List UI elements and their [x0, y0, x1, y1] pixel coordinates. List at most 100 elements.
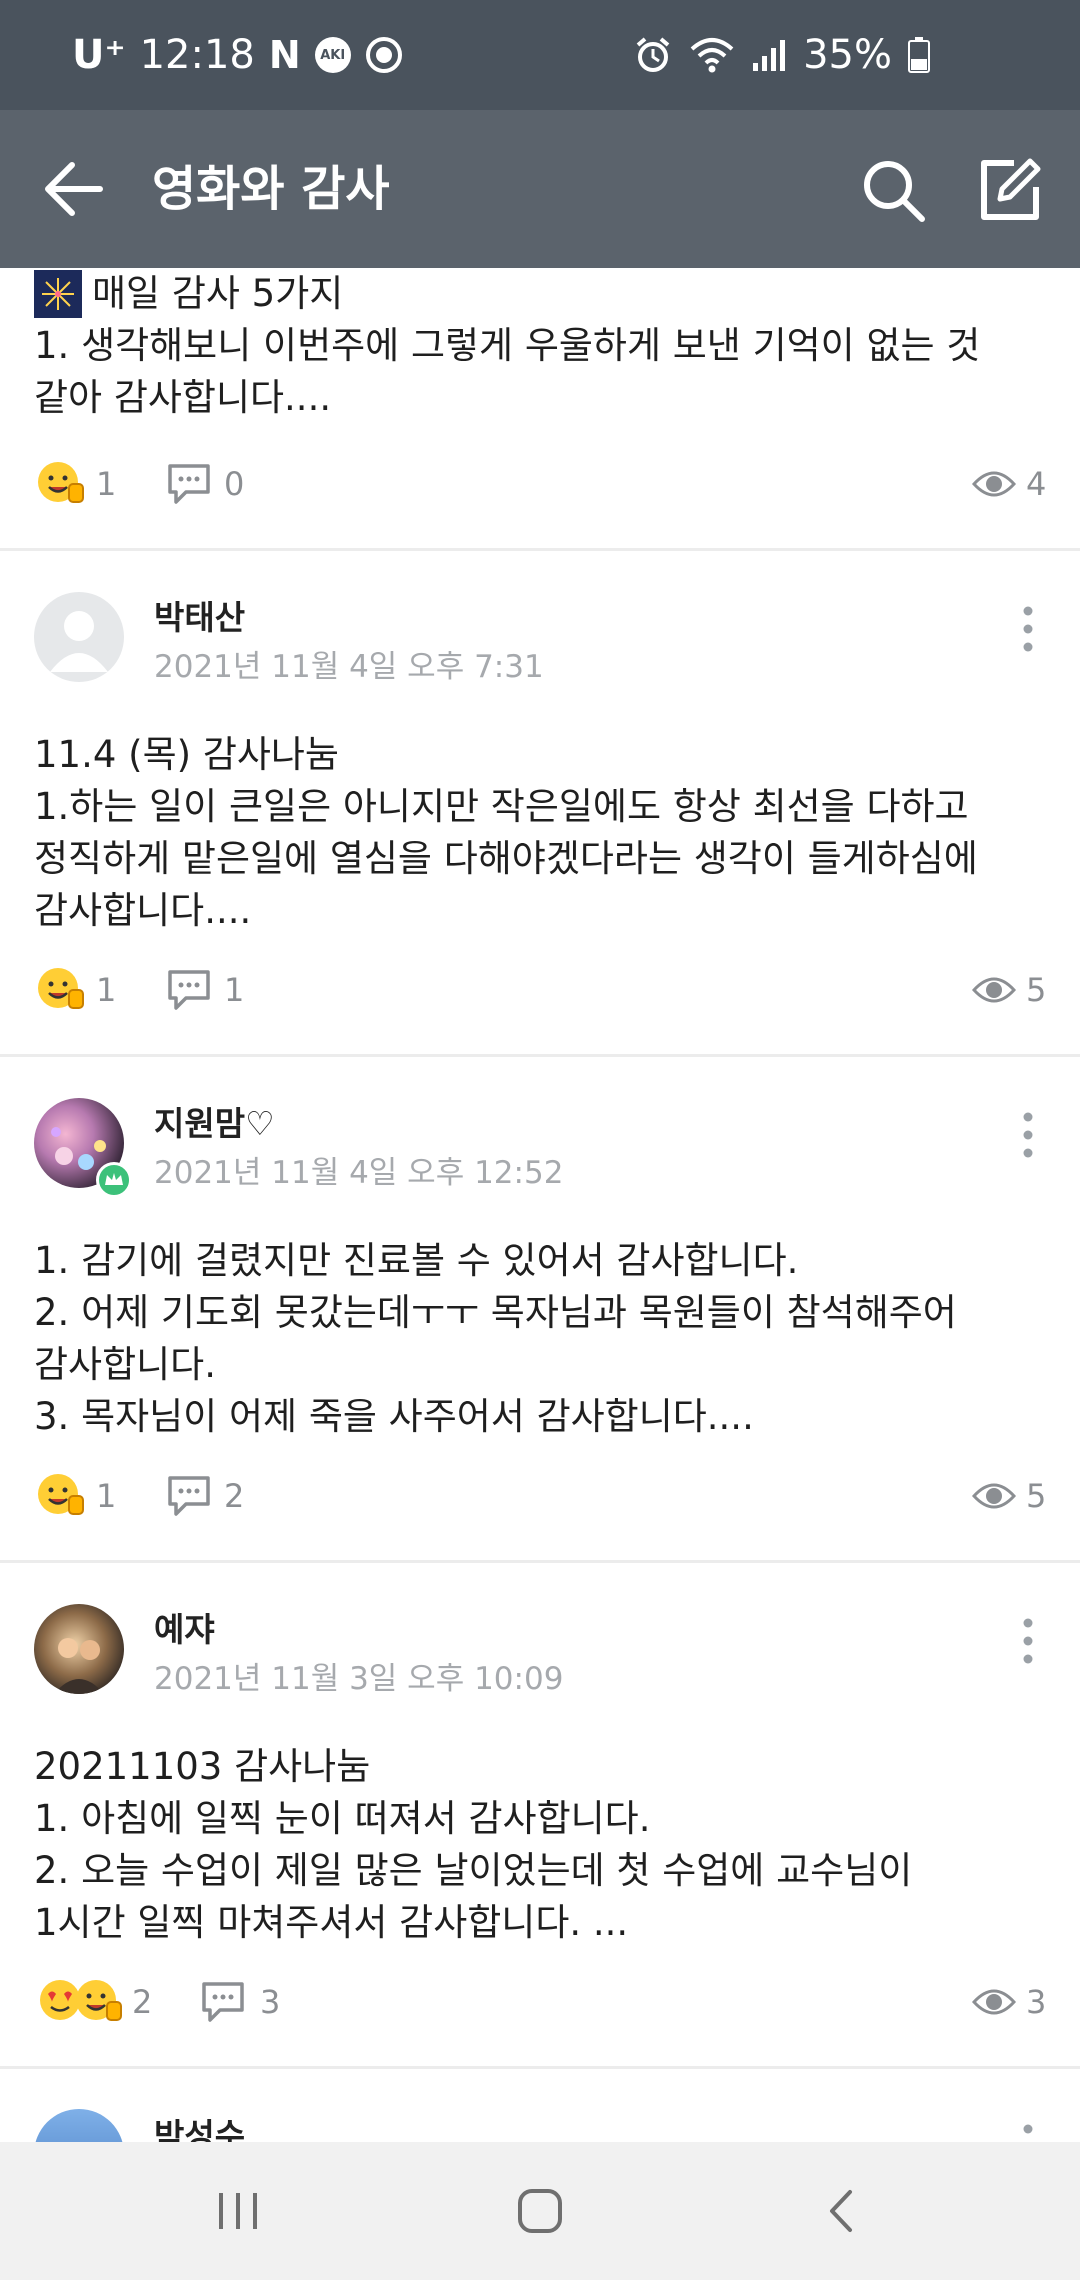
comment-icon[interactable] [166, 462, 212, 506]
post-line: 2. 어제 기도회 못갔는데ㅜㅜ 목자님과 목원들이 참석해주어 [34, 1291, 957, 1334]
more-vertical-icon [1023, 1112, 1033, 1158]
like-count: 1 [96, 465, 117, 503]
comment-icon[interactable] [166, 968, 212, 1012]
post-card[interactable]: 박성수 [0, 2069, 1080, 2142]
post-card[interactable]: 예쟈 2021년 11월 3일 오후 10:09 20211103 감사나눔 1… [0, 1563, 1080, 2063]
recent-apps-button[interactable] [168, 2142, 308, 2280]
like-emoji-icon[interactable] [36, 458, 86, 508]
like-emoji-icon[interactable] [36, 1470, 86, 1520]
post-line: 3. 목자님이 어제 죽을 사주어서 감사합니다.... [34, 1395, 754, 1438]
post-title-line: 매일 감사 5가지 [34, 268, 1054, 320]
app-bar: 영화와 감사 [0, 110, 1080, 268]
home-button[interactable] [470, 2142, 610, 2280]
post-line: 정직하게 맡은일에 열심을 다해야겠다라는 생각이 들게하심에 [34, 837, 978, 880]
view-count: 4 [1026, 465, 1047, 503]
default-user-icon [50, 611, 108, 672]
view-eye-icon [971, 1478, 1017, 1514]
comment-count: 3 [260, 1983, 281, 2021]
post-body[interactable]: 11.4 (목) 감사나눔 1.하는 일이 큰일은 아니지만 작은일에도 항상 … [34, 729, 1054, 937]
author-name[interactable]: 지원맘♡ [154, 1097, 275, 1145]
post-line: 1. 생각해보니 이번주에 그렇게 우울하게 보낸 기억이 없는 것 [34, 324, 981, 367]
battery-percent: 35% [803, 32, 892, 78]
avatar[interactable] [34, 2109, 124, 2142]
post-feed[interactable]: 매일 감사 5가지 1. 생각해보니 이번주에 그렇게 우울하게 보낸 기억이 … [0, 268, 1080, 2142]
comment-icon[interactable] [166, 1474, 212, 1518]
more-vertical-icon [1023, 2124, 1033, 2134]
alarm-icon [633, 35, 673, 75]
post-line: 1. 아침에 일찍 눈이 떠져서 감사합니다. [34, 1797, 651, 1840]
like-count: 1 [96, 1477, 117, 1515]
post-line: 1. 감기에 걸렸지만 진료볼 수 있어서 감사합니다. [34, 1239, 799, 1282]
post-timestamp: 2021년 11월 4일 오후 12:52 [154, 1155, 564, 1191]
author-name[interactable]: 예쟈 [154, 1603, 215, 1651]
post-card[interactable]: 박태산 2021년 11월 4일 오후 7:31 11.4 (목) 감사나눔 1… [0, 551, 1080, 1051]
post-body[interactable]: 20211103 감사나눔 1. 아침에 일찍 눈이 떠져서 감사합니다. 2.… [34, 1741, 1054, 1949]
post-stats: 2 3 3 [0, 1974, 1080, 2030]
author-name[interactable]: 박성수 [154, 2109, 245, 2142]
comment-count: 2 [224, 1477, 245, 1515]
post-card[interactable]: 지원맘♡ 2021년 11월 4일 오후 12:52 1. 감기에 걸렸지만 진… [0, 1057, 1080, 1557]
comment-count: 0 [224, 465, 245, 503]
status-right: 35% [633, 0, 930, 110]
battery-icon [908, 37, 930, 73]
view-count: 5 [1026, 1477, 1047, 1515]
crown-badge-icon [96, 1162, 132, 1198]
view-eye-icon [971, 972, 1017, 1008]
avatar-photo [54, 1638, 104, 1694]
write-post-button[interactable] [970, 151, 1048, 229]
more-options-button[interactable] [1010, 1107, 1046, 1167]
post-line: 2. 오늘 수업이 제일 많은 날이었는데 첫 수업에 교수님이 [34, 1849, 913, 1892]
view-eye-icon [971, 466, 1017, 502]
signal-icon [751, 37, 787, 73]
clock: 12:18 [139, 32, 255, 78]
naver-n-icon: N [268, 33, 301, 77]
post-stats: 1 0 4 [0, 456, 1080, 512]
status-left: U⁺ 12:18 N AKI [72, 0, 403, 110]
post-line: 감사합니다. [34, 1343, 216, 1386]
more-vertical-icon [1023, 606, 1033, 652]
post-line: 20211103 감사나눔 [34, 1745, 371, 1788]
like-count: 2 [132, 1983, 153, 2021]
like-emoji-icon[interactable] [74, 1976, 124, 2026]
more-options-button[interactable] [1010, 601, 1046, 661]
post-body[interactable]: 1. 감기에 걸렸지만 진료볼 수 있어서 감사합니다. 2. 어제 기도회 못… [34, 1235, 1054, 1443]
view-count: 3 [1026, 1983, 1047, 2021]
back-arrow-icon [45, 162, 103, 216]
avatar[interactable] [34, 1604, 124, 1694]
post-timestamp: 2021년 11월 4일 오후 7:31 [154, 649, 544, 685]
search-button[interactable] [856, 153, 932, 229]
more-options-button[interactable] [1010, 2119, 1046, 2142]
back-chevron-icon [830, 2190, 852, 2232]
shield-app-icon [365, 36, 403, 74]
post-timestamp: 2021년 11월 3일 오후 10:09 [154, 1661, 564, 1697]
post-line: 1시간 일찍 마쳐주셔서 감사합니다. ... [34, 1901, 629, 1944]
post-line: 1.하는 일이 큰일은 아니지만 작은일에도 항상 최선을 다하고 [34, 785, 969, 828]
post-line: 매일 감사 5가지 [92, 272, 344, 315]
view-count: 5 [1026, 971, 1047, 1009]
edit-icon [981, 158, 1041, 220]
page-title: 영화와 감사 [152, 161, 390, 217]
more-vertical-icon [1023, 1618, 1033, 1664]
post-stats: 1 1 5 [0, 962, 1080, 1018]
avatar[interactable] [34, 592, 124, 682]
comment-count: 1 [224, 971, 245, 1009]
post-line: 같아 감사합니다.... [34, 376, 332, 419]
post-line: 감사합니다.... [34, 889, 252, 932]
recent-apps-icon [219, 2193, 257, 2229]
view-eye-icon [971, 1984, 1017, 2020]
back-button[interactable] [34, 149, 114, 229]
post-body: 매일 감사 5가지 1. 생각해보니 이번주에 그렇게 우울하게 보낸 기억이 … [34, 268, 1054, 424]
wifi-icon [689, 35, 735, 75]
post-stats: 1 2 5 [0, 1468, 1080, 1524]
post-card[interactable]: 매일 감사 5가지 1. 생각해보니 이번주에 그렇게 우울하게 보낸 기억이 … [0, 268, 1080, 548]
like-emoji-icon[interactable] [36, 964, 86, 1014]
post-line: 11.4 (목) 감사나눔 [34, 733, 339, 776]
search-icon [864, 161, 925, 222]
back-nav-button[interactable] [772, 2142, 912, 2280]
comment-icon[interactable] [200, 1980, 246, 2024]
aki-app-icon: AKI [314, 37, 351, 73]
fireworks-icon [34, 270, 82, 318]
more-options-button[interactable] [1010, 1613, 1046, 1673]
home-icon [518, 2189, 562, 2233]
author-name[interactable]: 박태산 [154, 591, 245, 639]
